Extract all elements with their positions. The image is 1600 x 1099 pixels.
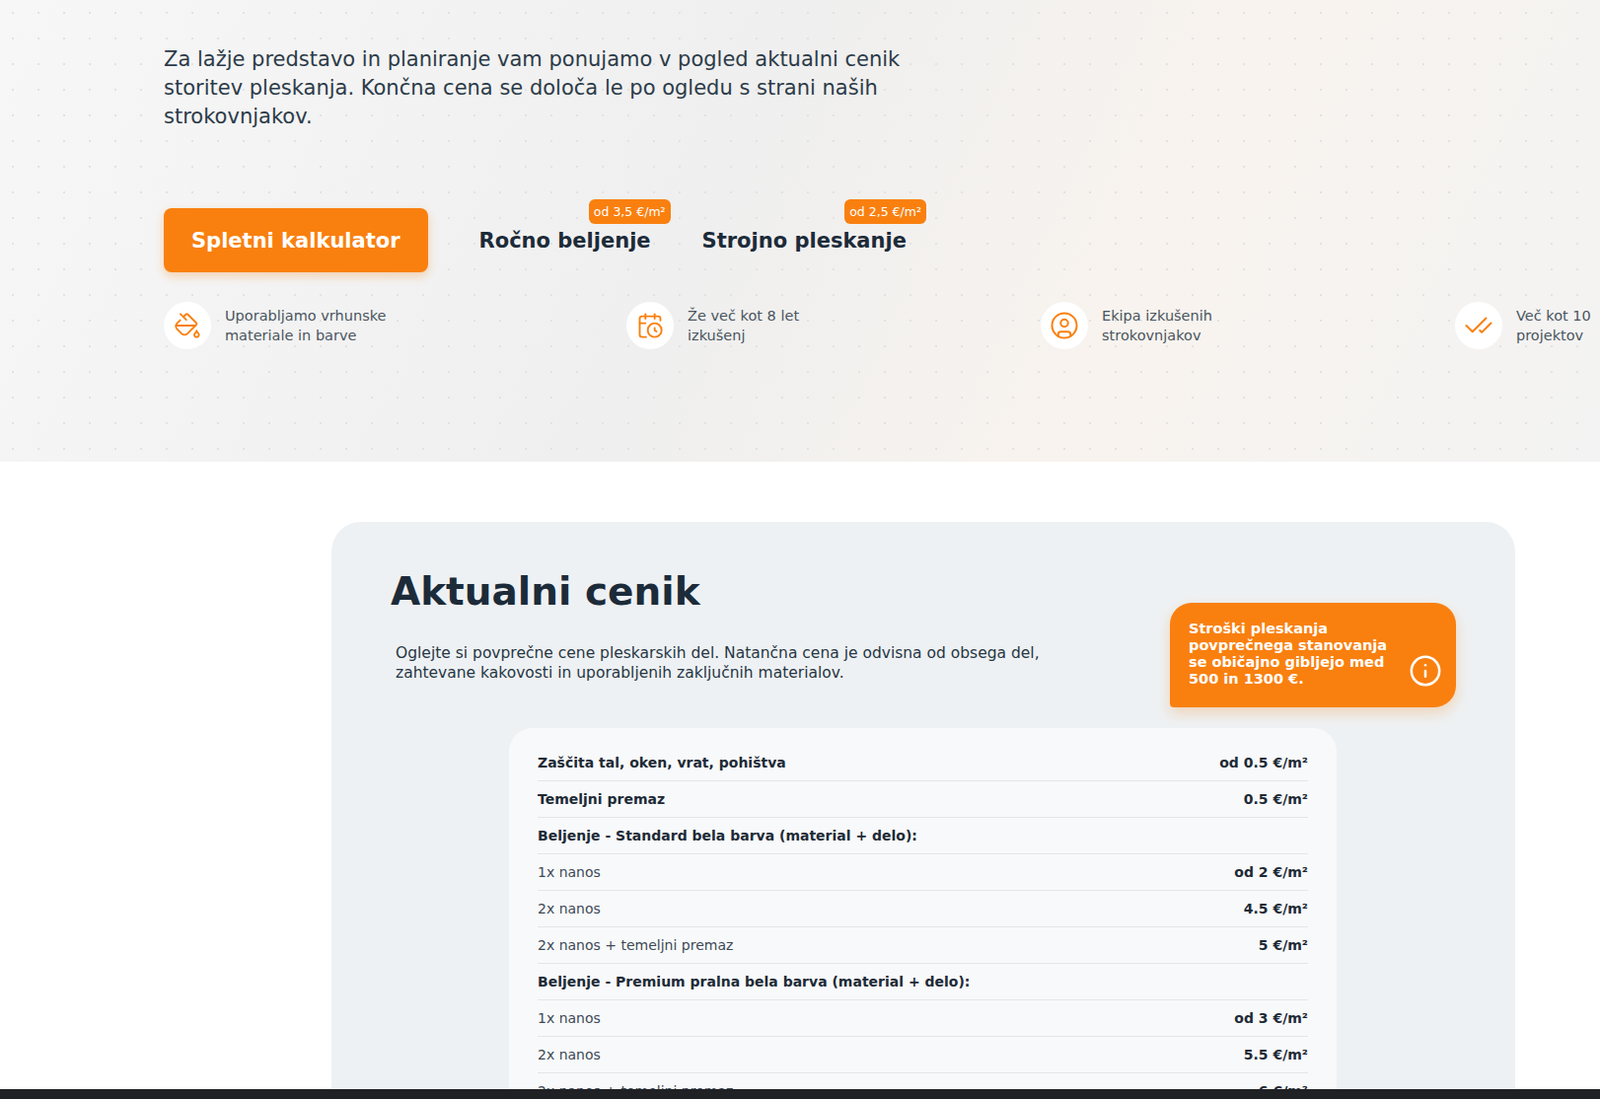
price-row: 1x nanosod 2 €/m² <box>537 854 1309 891</box>
service-link[interactable]: Strojno pleskanjeod 2,5 €/m² <box>702 215 907 267</box>
pricing-description: Oglejte si povprečne cene pleskarskih de… <box>395 643 1047 683</box>
page: Za lažje predstavo in planiranje vam pon… <box>0 0 1600 1099</box>
price-table: Zaščita tal, oken, vrat, pohištvaod 0.5 … <box>509 727 1337 1099</box>
feature-icon-circle <box>163 301 212 350</box>
feature-icon-circle <box>626 301 674 350</box>
feature: Več kot 10projektov <box>1454 301 1600 350</box>
price-row: 2x nanos4.5 €/m² <box>537 890 1309 928</box>
price-badge: od 2,5 €/m² <box>844 199 927 224</box>
hero: Za lažje predstavo in planiranje vam pon… <box>0 0 1600 462</box>
feature-text: Več kot 10projektov <box>1516 305 1592 346</box>
feature-icon-circle <box>1040 301 1089 350</box>
price-value: od 0.5 €/m² <box>1219 754 1309 771</box>
double-check-icon <box>1463 310 1494 341</box>
button-row: Spletni kalkulator Ročno beljenjeod 3,5 €… <box>163 208 1600 273</box>
service-link[interactable]: Ročno beljenjeod 3,5 €/m² <box>479 215 652 267</box>
pricing-card: Aktualni cenik Oglejte si povprečne cene … <box>331 521 1516 1099</box>
feature-text: Že več kot 8 letizkušenj <box>687 305 800 346</box>
price-value: od 2 €/m² <box>1234 864 1309 880</box>
paint-bucket-icon <box>173 311 202 340</box>
feature-text: Uporabljamo vrhunskemateriale in barve <box>224 305 387 346</box>
price-row: Temeljni premaz0.5 €/m² <box>537 781 1309 818</box>
cost-info-text: Stroški pleskanja povprečnega stanovanja… <box>1188 620 1401 688</box>
feature: Ekipa izkušenihstrokovnjakov <box>1040 301 1455 350</box>
cost-info-box: Stroški pleskanja povprečnega stanovanja… <box>1169 602 1456 708</box>
feature-text: Ekipa izkušenihstrokovnjakov <box>1101 305 1213 346</box>
price-value: 0.5 €/m² <box>1243 791 1309 807</box>
price-row: 2x nanos + temeljni premaz5 €/m² <box>537 927 1309 964</box>
pricing-header: Aktualni cenik Oglejte si povprečne cene … <box>390 569 1456 708</box>
calculator-button[interactable]: Spletni kalkulator <box>163 208 429 273</box>
info-icon[interactable] <box>1408 654 1443 688</box>
price-row: Beljenje - Standard bela barva (material… <box>537 817 1309 855</box>
intro-text: Za lažje predstavo in planiranje vam pon… <box>163 45 944 132</box>
price-row: 2x nanos5.5 €/m² <box>537 1036 1309 1074</box>
price-badge: od 3,5 €/m² <box>588 199 671 224</box>
feature: Že več kot 8 letizkušenj <box>626 301 1041 350</box>
price-row: 1x nanosod 3 €/m² <box>537 1000 1309 1037</box>
pricing-section: Aktualni cenik Oglejte si povprečne cene … <box>0 461 1600 1099</box>
feature-list: Uporabljamo vrhunskemateriale in barve Že… <box>163 301 1600 350</box>
taskbar <box>0 1089 1600 1099</box>
user-icon <box>1049 310 1080 341</box>
feature-icon-circle <box>1454 301 1503 350</box>
price-row: Zaščita tal, oken, vrat, pohištvaod 0.5 … <box>537 744 1309 782</box>
pricing-title: Aktualni cenik <box>390 569 1047 614</box>
price-value: 5.5 €/m² <box>1243 1046 1309 1063</box>
price-row: Beljenje - Premium pralna bela barva (ma… <box>537 963 1309 1001</box>
price-value: 4.5 €/m² <box>1243 900 1309 917</box>
price-value: 5 €/m² <box>1258 937 1309 953</box>
feature: Uporabljamo vrhunskemateriale in barve <box>163 301 627 350</box>
calendar-clock-icon <box>636 311 664 340</box>
price-value: od 3 €/m² <box>1234 1010 1309 1026</box>
